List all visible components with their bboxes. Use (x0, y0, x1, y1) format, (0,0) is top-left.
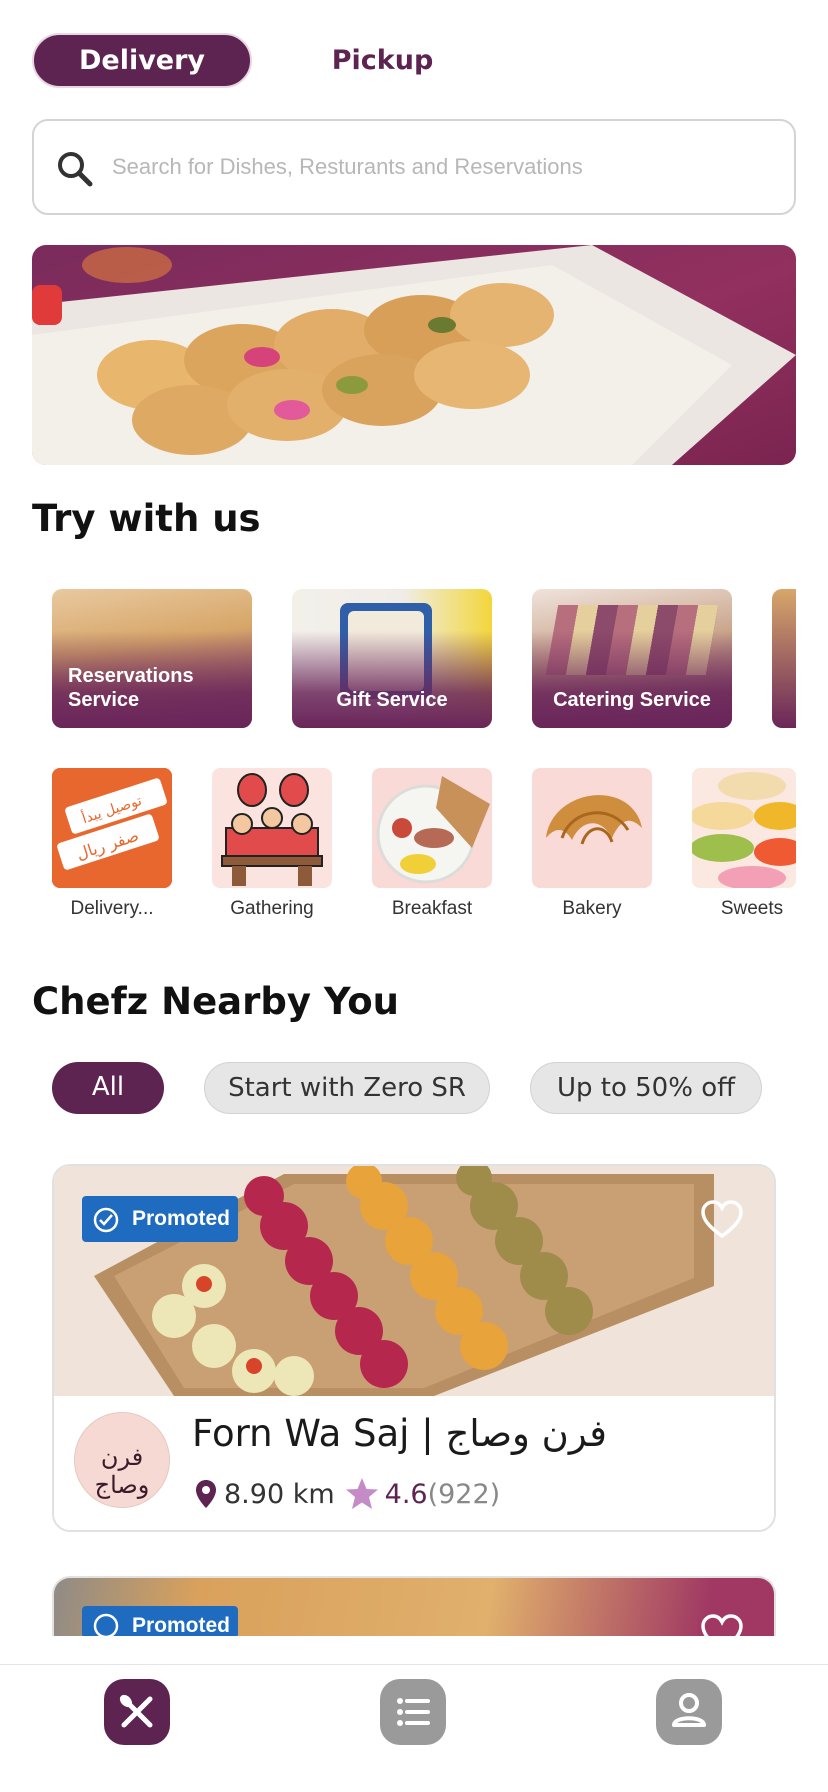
category-label: Breakfast (391, 898, 473, 919)
category-delivery-tile[interactable]: توصيل يبدأ صفر ريال (52, 768, 172, 888)
delivery-tab-label: Delivery (78, 45, 206, 76)
reservations-service-card[interactable]: Reservations Service (52, 589, 252, 728)
restaurant-name: Forn Wa Saj | فرن وصاج (192, 1412, 607, 1455)
nav-restaurants-button[interactable] (104, 1679, 170, 1745)
restaurant-logo: فرن وصاج (74, 1412, 170, 1508)
rating-text: 4.6 (384, 1478, 428, 1510)
breakfast-image (376, 776, 490, 884)
pickup-tab[interactable]: Pickup (300, 40, 465, 82)
search-bar[interactable] (32, 119, 796, 215)
category-breakfast-tile[interactable] (372, 768, 492, 888)
delivery-promo-image: توصيل يبدأ صفر ريال (52, 768, 172, 888)
hero-banner[interactable] (32, 245, 796, 465)
restaurant-meta: 8.90 km 4.6 (922) (194, 1474, 500, 1514)
category-label: Delivery... (70, 898, 154, 919)
review-count: (922) (427, 1478, 501, 1510)
filter-chip-50-off[interactable]: Up to 50% off (530, 1062, 762, 1114)
chefz-section-title: Chefz Nearby You (32, 980, 400, 1023)
filter-chip-all[interactable]: All (52, 1062, 164, 1114)
restaurant-card[interactable]: Promoted (52, 1576, 776, 1636)
filter-chip-zero-sr[interactable]: Start with Zero SR (204, 1062, 490, 1114)
service-label: Catering Service (553, 689, 711, 711)
profile-icon (672, 1693, 706, 1727)
category-label: Sweets (720, 898, 784, 919)
gift-service-card[interactable]: Gift Service (292, 589, 492, 728)
category-gathering-tile[interactable] (212, 768, 332, 888)
favorite-heart-icon[interactable] (700, 1200, 744, 1240)
search-icon (58, 152, 93, 187)
try-section-title: Try with us (32, 497, 261, 540)
category-bakery-tile[interactable] (532, 768, 652, 888)
delivery-tab[interactable]: Delivery (32, 33, 252, 88)
bottom-navigation (0, 1664, 828, 1792)
location-pin-icon (196, 1480, 216, 1508)
category-sweets-tile[interactable] (692, 768, 796, 888)
verified-badge-icon (93, 1613, 119, 1636)
verified-badge-icon (93, 1207, 119, 1233)
favorite-heart-icon[interactable] (700, 1614, 744, 1636)
macarons-image (692, 772, 796, 888)
croissant-image (546, 795, 642, 845)
utensils-icon (119, 1694, 153, 1728)
distance-text: 8.90 km (224, 1478, 335, 1510)
list-icon (397, 1698, 430, 1726)
star-icon (345, 1478, 378, 1509)
promoted-badge: Promoted (82, 1606, 238, 1636)
category-label: Gathering (230, 898, 314, 919)
banner-image (32, 245, 796, 465)
restaurant-image: Promoted (54, 1166, 774, 1396)
restaurant-card[interactable]: Promoted فرن وصاج Forn Wa Saj | فرن وصاج… (52, 1164, 776, 1532)
promoted-badge: Promoted (82, 1196, 238, 1242)
search-input[interactable] (112, 141, 772, 193)
category-label: Bakery (562, 898, 622, 919)
next-service-card-partial[interactable] (772, 589, 796, 728)
gathering-illustration (221, 773, 323, 886)
nav-orders-button[interactable] (380, 1679, 446, 1745)
catering-service-card[interactable]: Catering Service (532, 589, 732, 728)
nav-profile-button[interactable] (656, 1679, 722, 1745)
service-label: Gift Service (336, 689, 448, 711)
service-label: Reservations Service (68, 665, 194, 711)
